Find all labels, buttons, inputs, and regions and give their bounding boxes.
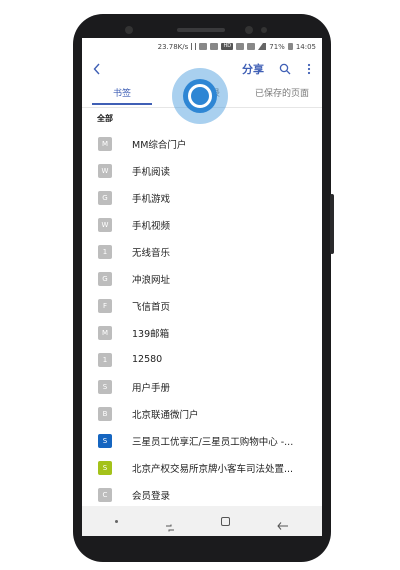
bookmark-title: 三星员工优享汇/三星员工购物中心 -...: [132, 436, 294, 448]
touch-indicator-core: [188, 84, 212, 108]
bookmark-title: 北京产权交易所京牌小客车司法处置...: [132, 463, 294, 475]
bookmark-list: M MM综合门户 W 手机阅读 G 手机游戏 W 手机视频 1 无线音乐 G 冲浪网址 F 飞信首页 M 13…: [82, 130, 322, 508]
favicon-badge: S: [98, 379, 112, 394]
bookmark-item[interactable]: W 手机阅读: [82, 157, 322, 184]
favicon-badge: F: [98, 298, 112, 313]
bookmark-item[interactable]: M MM综合门户: [82, 130, 322, 157]
bookmark-title: 用户手册: [132, 382, 171, 394]
favicon-badge: W: [98, 217, 112, 232]
favicon-badge: G: [98, 271, 112, 286]
search-icon[interactable]: [278, 62, 292, 76]
favicon-badge: 1: [98, 352, 112, 367]
bookmark-title: MM综合门户: [132, 139, 187, 151]
favicon-badge: 1: [98, 244, 112, 259]
tab-bookmarks[interactable]: 书签: [82, 83, 162, 107]
nfc-icon: [199, 43, 208, 50]
bookmark-title: 北京联通微门户: [132, 409, 199, 421]
battery-percent: 71%: [269, 42, 285, 51]
bookmark-title: 手机视频: [132, 220, 171, 232]
favicon-badge: M: [98, 325, 112, 340]
favicon-badge: C: [98, 487, 112, 502]
back-icon[interactable]: [90, 62, 104, 76]
bookmark-item[interactable]: G 冲浪网址: [82, 265, 322, 292]
bookmark-item[interactable]: 1 12580: [82, 346, 322, 373]
front-camera-icon: [245, 26, 253, 34]
home-icon[interactable]: [221, 516, 231, 526]
clock: 14:05: [295, 42, 316, 51]
bookmark-item[interactable]: C 会员登录: [82, 481, 322, 508]
favicon-badge: M: [98, 136, 112, 151]
more-options-icon[interactable]: [304, 62, 314, 76]
wifi-icon: [247, 43, 256, 50]
bookmark-title: 无线音乐: [132, 247, 171, 259]
signal-icon: [258, 43, 267, 50]
bookmark-item[interactable]: 1 无线音乐: [82, 238, 322, 265]
nav-back-icon[interactable]: [277, 516, 289, 530]
speaker-grille: [177, 28, 225, 32]
side-button: [330, 194, 334, 254]
network-speed: 23.78K/s: [157, 42, 189, 51]
favicon-badge: W: [98, 163, 112, 178]
favicon-badge: S: [98, 433, 112, 448]
touch-indicator: [172, 68, 228, 124]
bookmark-title: 12580: [132, 354, 163, 365]
hd-voice-icon: HD: [221, 43, 234, 50]
bookmark-item[interactable]: S 北京产权交易所京牌小客车司法处置...: [82, 454, 322, 481]
bookmark-item[interactable]: M 139邮箱: [82, 319, 322, 346]
bookmark-item[interactable]: F 飞信首页: [82, 292, 322, 319]
bookmark-item[interactable]: S 用户手册: [82, 373, 322, 400]
bookmark-item[interactable]: W 手机视频: [82, 211, 322, 238]
browser-screen: 23.78K/s HD 71% 14:05 分享 书签 已保存的页面 全部 M …: [82, 38, 322, 536]
bookmark-title: 冲浪网址: [132, 274, 171, 286]
bookmark-item[interactable]: S 三星员工优享汇/三星员工购物中心 -...: [82, 427, 322, 454]
keyboard-toggle-dot[interactable]: [115, 519, 119, 523]
battery-icon: [287, 43, 293, 50]
sensor-icon: [125, 26, 133, 34]
touch-indicator-ring: [183, 79, 217, 113]
vibrate-icon: [236, 43, 245, 50]
iris-sensor-icon: [261, 27, 267, 33]
bookmark-title: 会员登录: [132, 490, 171, 502]
stage: 23.78K/s HD 71% 14:05 分享 书签 已保存的页面 全部 M …: [0, 0, 400, 570]
favicon-badge: B: [98, 406, 112, 421]
tab-saved-pages[interactable]: 已保存的页面: [242, 83, 322, 107]
recent-apps-icon[interactable]: [165, 517, 175, 532]
bookmark-item[interactable]: G 手机游戏: [82, 184, 322, 211]
favicon-badge: S: [98, 460, 112, 475]
status-bar: 23.78K/s HD 71% 14:05: [82, 38, 322, 55]
navigation-bar: [82, 506, 322, 536]
bookmark-item[interactable]: B 北京联通微门户: [82, 400, 322, 427]
bookmark-title: 手机游戏: [132, 193, 171, 205]
bluetooth-icon: [191, 43, 197, 50]
bookmark-title: 飞信首页: [132, 301, 171, 313]
share-button[interactable]: 分享: [242, 61, 264, 77]
favicon-badge: G: [98, 190, 112, 205]
bookmark-title: 手机阅读: [132, 166, 171, 178]
notification-icon: [210, 43, 219, 50]
bookmark-title: 139邮箱: [132, 328, 170, 340]
